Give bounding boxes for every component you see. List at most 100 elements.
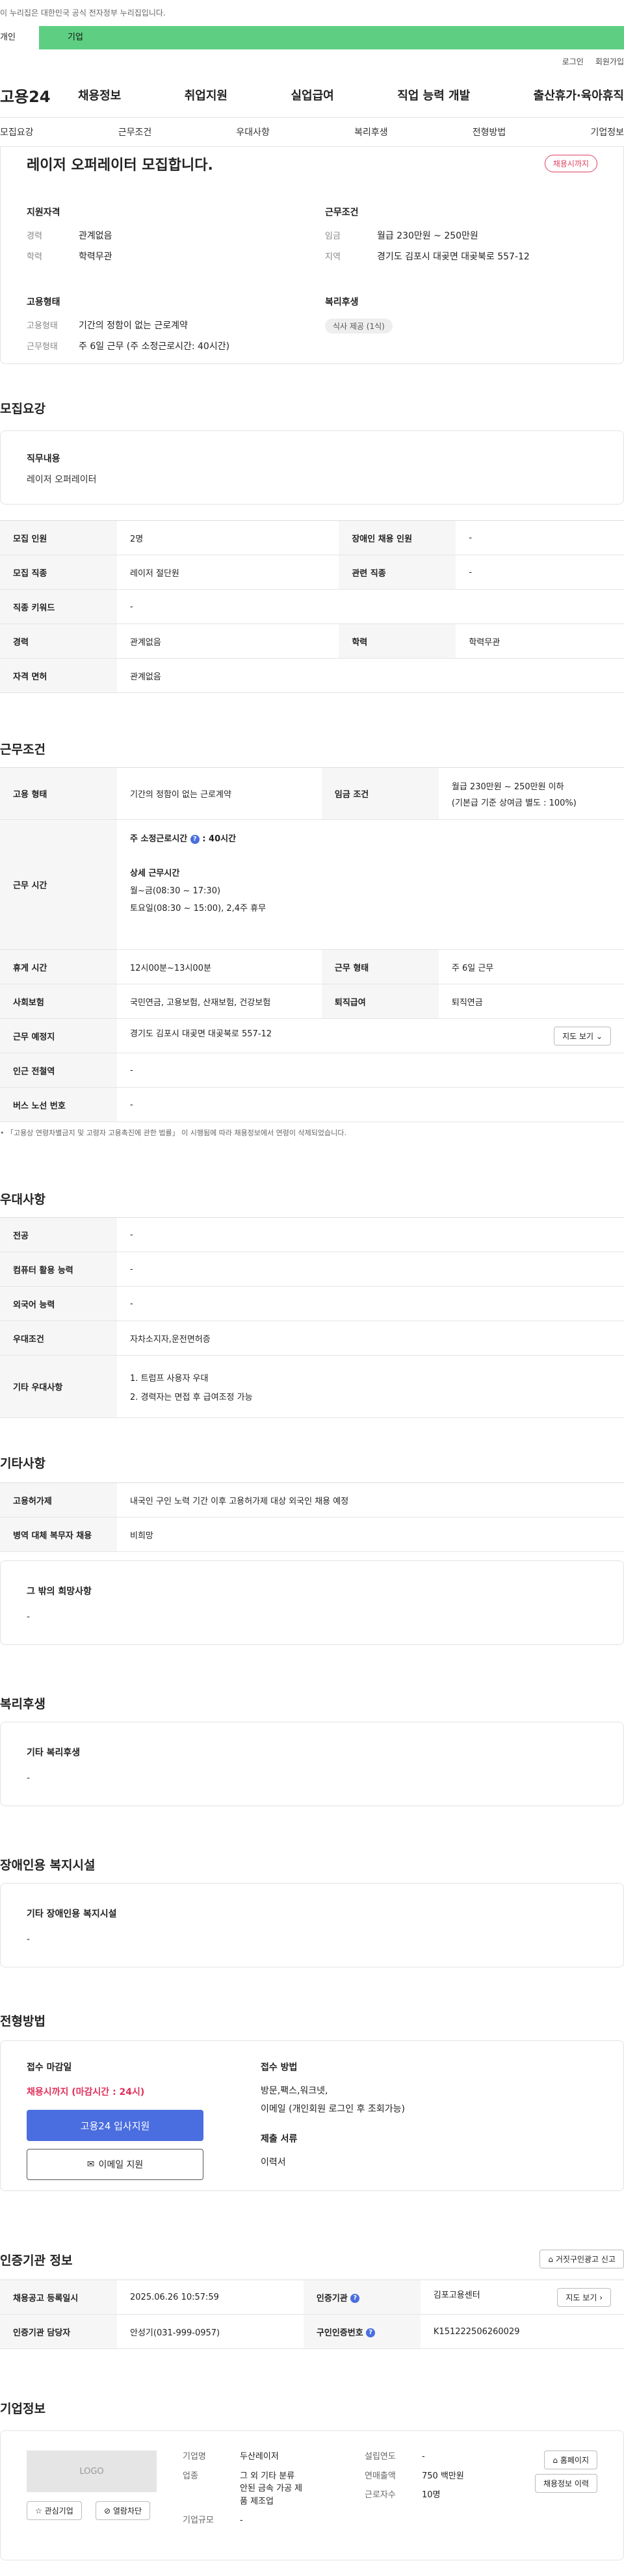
table-cell: - xyxy=(456,555,624,590)
agency-map-button[interactable]: 지도 보기 › xyxy=(557,2287,611,2307)
info-key: 연매출액 xyxy=(365,2471,396,2481)
table-row: 컴퓨터 활용 능력 - xyxy=(0,1252,624,1287)
info-key: 설립연도 xyxy=(365,2452,396,2462)
hours-main-label: 주 소정근로시간 xyxy=(130,834,188,844)
pref-section-title: 우대사항 xyxy=(0,1192,46,1207)
email-apply-label: 이메일 지원 xyxy=(98,2160,144,2170)
company-section-title: 기업정보 xyxy=(0,2402,46,2416)
apply-button[interactable]: 고용24 입사지원 xyxy=(27,2110,203,2141)
table-cell: - xyxy=(117,589,624,624)
site-logo[interactable]: 고용24 xyxy=(0,84,78,107)
hours-detail-heading: 상세 근무시간 xyxy=(130,869,180,878)
qualification-heading: 지원자격 xyxy=(27,207,60,218)
favorite-company-button[interactable]: ☆ 관심기업 xyxy=(27,2501,82,2520)
info-icon[interactable]: ? xyxy=(190,834,200,844)
table-cell: 자차소지자,운전면허증 xyxy=(117,1321,624,1356)
num-key: 구인인증번호 xyxy=(316,2328,363,2338)
table-header-cell: 외국어 능력 xyxy=(0,1286,117,1321)
gnb-item-leave[interactable]: 출산휴가·육아휴직 xyxy=(534,86,624,103)
welfare-block: 복리후생 식사 제공 (1식) xyxy=(325,295,597,360)
subnav-welfare[interactable]: 복리후생 xyxy=(354,125,388,138)
wage-cell: 월급 230만원 ~ 250만원 이하 (기본급 기준 상여금 별도 : 100%… xyxy=(438,767,624,820)
agency-table: 채용공고 등록일시 2025.06.26 10:57:59 인증기관 ? 김포고용… xyxy=(0,2280,624,2349)
table-cell: - xyxy=(117,1053,624,1088)
wish-box: 그 밖의 희망사항 - xyxy=(0,1560,624,1645)
map-button-label: 지도 보기 xyxy=(562,1031,594,1041)
hours-main: 주 소정근로시간 ? : 40시간 xyxy=(130,832,611,844)
disability-label: 기타 장애인용 복지시설 xyxy=(27,1909,117,1919)
table-cell: 학력무관 xyxy=(456,624,624,659)
homepage-button[interactable]: ⌂ 홈페이지 xyxy=(544,2451,597,2469)
established-year: - xyxy=(422,2452,425,2462)
company-logo: LOGO xyxy=(27,2451,157,2492)
table-header-cell: 경력 xyxy=(0,624,117,659)
method-value-2: 이메일 (개인회원 로그인 후 조회가능) xyxy=(261,2104,405,2114)
table-header-cell: 근무 예정지 xyxy=(0,1018,117,1053)
favorite-label: 관심기업 xyxy=(44,2506,73,2516)
org-value: 김포고용센터 xyxy=(433,2290,480,2300)
subnav-company[interactable]: 기업정보 xyxy=(590,125,624,138)
homepage-label: 홈페이지 xyxy=(560,2456,589,2465)
company-size: - xyxy=(240,2516,243,2525)
method-value-1: 방문,팩스,워크넷, xyxy=(261,2086,328,2096)
company-name: 두산레이저 xyxy=(240,2452,279,2462)
email-apply-button[interactable]: ✉ 이메일 지원 xyxy=(27,2149,203,2180)
table-cell: 주 6일 근무 xyxy=(438,949,624,984)
table-header-cell: 우대조건 xyxy=(0,1321,117,1356)
table-header-cell: 병역 대체 복무자 채용 xyxy=(0,1517,117,1552)
table-row: 모집 직종 레이저 절단원 관련 직종 - xyxy=(0,555,624,590)
table-cell: 국민연금, 고용보험, 산재보험, 건강보험 xyxy=(117,984,322,1019)
tab-company[interactable]: 기업 xyxy=(39,26,624,49)
table-header-cell: 퇴직급여 xyxy=(321,984,439,1019)
utility-links: 로그인 회원가입 xyxy=(0,49,624,73)
gnb-item-unemployment[interactable]: 실업급여 xyxy=(291,86,334,103)
employee-count: 10명 xyxy=(422,2490,441,2500)
subnav-work[interactable]: 근무조건 xyxy=(118,125,152,138)
pref-etc-1: 1. 트럼프 사용자 우대 xyxy=(130,1373,209,1384)
subnav-pref[interactable]: 우대사항 xyxy=(236,125,270,138)
job-history-button[interactable]: 채용정보 이력 xyxy=(534,2474,597,2493)
subnav-apply[interactable]: 전형방법 xyxy=(473,125,506,138)
star-icon: ☆ xyxy=(35,2506,42,2516)
table-cell: - xyxy=(117,1217,624,1252)
emp-key: 고용형태 xyxy=(27,321,58,331)
table-header-cell: 휴게 시간 xyxy=(0,949,117,984)
condition-heading: 근무조건 xyxy=(325,207,359,218)
gnb-item-training[interactable]: 직업 능력 개발 xyxy=(397,86,470,103)
table-cell: 비희망 xyxy=(117,1517,624,1552)
welfare-chip: 식사 제공 (1식) xyxy=(325,319,393,334)
welfare-label: 기타 복리후생 xyxy=(27,1748,81,1758)
table-cell: - xyxy=(117,1286,624,1321)
map-button[interactable]: 지도 보기 ⌄ xyxy=(554,1026,611,1045)
join-link[interactable]: 회원가입 xyxy=(595,56,624,67)
tab-individual[interactable]: 개인 xyxy=(0,26,39,49)
work-table: 고용 형태 기간의 정함이 없는 근로계약 임금 조건 월급 230만원 ~ 2… xyxy=(0,767,624,1122)
welfare-heading: 복리후생 xyxy=(325,297,359,308)
table-row: 휴게 시간 12시00분~13시00분 근무 형태 주 6일 근무 xyxy=(0,949,624,984)
gnb-item-jobs[interactable]: 채용정보 xyxy=(78,86,121,103)
job-title: 레이저 오퍼레이터 모집합니다. xyxy=(27,157,213,174)
info-key: 근로자수 xyxy=(365,2490,396,2500)
gnb-item-support[interactable]: 취업지원 xyxy=(185,86,228,103)
table-row: 병역 대체 복무자 채용 비희망 xyxy=(0,1517,624,1552)
info-key: 기업규모 xyxy=(183,2516,214,2525)
deadline-heading: 접수 마감일 xyxy=(27,2062,72,2073)
org-key: 인증기관 xyxy=(316,2293,348,2304)
block-icon: ⊘ xyxy=(104,2506,111,2516)
annual-revenue: 750 백만원 xyxy=(422,2471,464,2481)
disability-value: - xyxy=(27,1934,31,1945)
table-header-cell: 컴퓨터 활용 능력 xyxy=(0,1252,117,1287)
apply-box: 접수 마감일 채용시까지 (마감시간 : 24시) 고용24 입사지원 ✉ 이메일… xyxy=(0,2040,624,2191)
report-fake-ad-button[interactable]: ⌂ 거짓구인광고 신고 xyxy=(540,2250,624,2268)
table-cell: - xyxy=(117,1087,624,1122)
info-icon[interactable]: ? xyxy=(350,2294,360,2303)
table-header-cell: 근무 형태 xyxy=(321,949,439,984)
info-icon[interactable]: ? xyxy=(366,2328,376,2337)
login-link[interactable]: 로그인 xyxy=(562,56,584,67)
table-header-cell: 임금 조건 xyxy=(321,767,439,820)
block-view-button[interactable]: ⊘ 열람차단 xyxy=(96,2501,151,2520)
subnav-recruit[interactable]: 모집요강 xyxy=(0,125,34,138)
docs-value: 이력서 xyxy=(261,2157,286,2168)
table-header-cell: 학력 xyxy=(339,624,456,659)
industry-line-2: 안된 금속 가공 제 xyxy=(240,2484,303,2493)
